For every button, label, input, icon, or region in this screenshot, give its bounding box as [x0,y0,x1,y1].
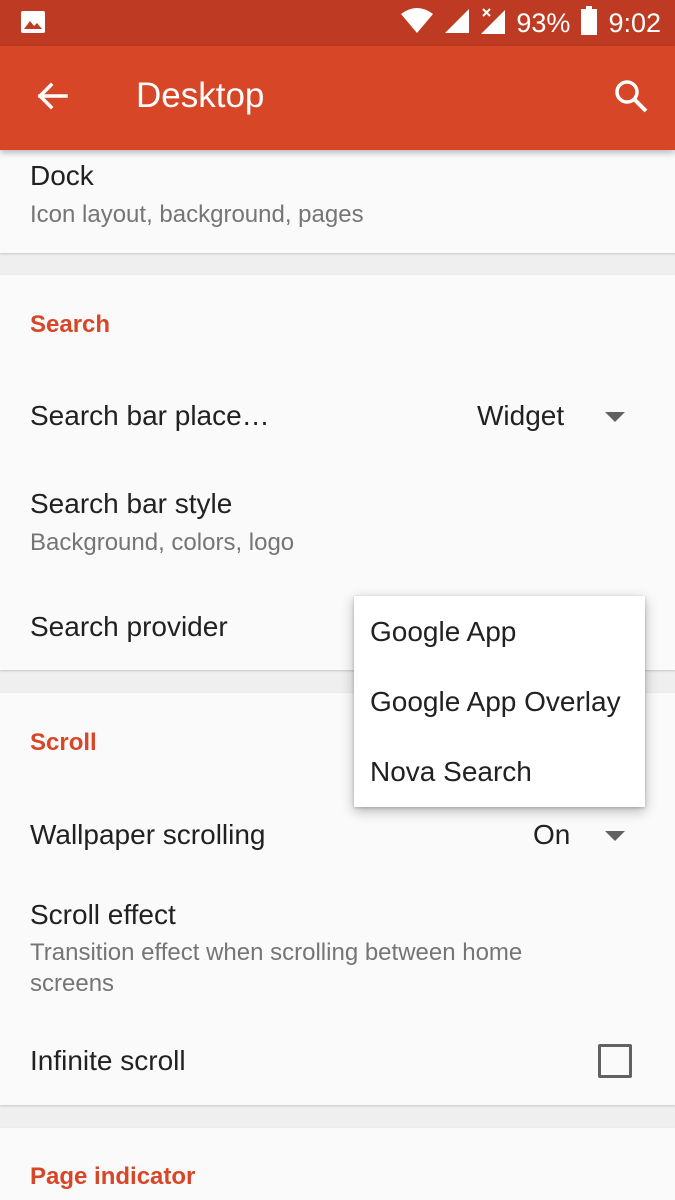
page-indicator-section-header: Page indicator [30,1163,196,1190]
search-bar-style-item[interactable]: Search bar style Background, colors, log… [0,475,675,565]
image-icon [20,10,46,34]
search-icon [614,79,648,118]
search-provider-menu: Google App Google App Overlay Nova Searc… [354,596,645,807]
dock-item[interactable]: Dock Icon layout, background, pages [0,150,675,253]
signal-icon [444,8,470,39]
signal-off-icon [480,7,506,40]
search-provider-label: Search provider [30,611,228,642]
status-bar: 93% 9:02 [0,0,675,46]
scroll-section-header: Scroll [30,729,97,756]
arrow-back-icon [36,80,68,117]
menu-option-nova-search[interactable]: Nova Search [370,756,532,788]
battery-percent: 93% [516,7,571,38]
back-button[interactable] [28,74,76,122]
scroll-effect-subtitle: Transition effect when scrolling between… [30,939,523,997]
dock-title: Dock [30,160,94,191]
scroll-effect-item[interactable]: Scroll effect Transition effect when scr… [0,888,675,1008]
page-indicator-section-card: Page indicator [0,1128,675,1200]
search-bar-placement-label: Search bar place… [30,400,270,431]
search-bar-placement-value: Widget [477,400,565,431]
wallpaper-scrolling-value: On [533,819,571,850]
scroll-effect-label: Scroll effect [30,899,176,930]
app-bar: Desktop [0,46,675,150]
search-bar-placement-item[interactable]: Search bar place… Widget [0,375,675,455]
chevron-down-icon [605,412,625,422]
chevron-down-icon [605,831,625,841]
search-button[interactable] [607,74,655,122]
infinite-scroll-item[interactable]: Infinite scroll [0,1023,675,1103]
wallpaper-scrolling-label: Wallpaper scrolling [30,819,266,850]
infinite-scroll-label: Infinite scroll [30,1045,186,1076]
battery-icon [580,5,598,41]
search-bar-style-label: Search bar style [30,488,233,519]
dock-card: Dock Icon layout, background, pages [0,150,675,253]
infinite-scroll-checkbox[interactable] [598,1044,632,1078]
dock-subtitle: Icon layout, background, pages [30,201,364,228]
wifi-icon [400,7,434,39]
search-section-header: Search [30,311,111,338]
menu-option-google-app-overlay[interactable]: Google App Overlay [370,686,621,718]
search-bar-style-subtitle: Background, colors, logo [30,529,295,556]
page-title: Desktop [136,76,265,115]
clock: 9:02 [608,7,661,38]
menu-option-google-app[interactable]: Google App [370,616,516,648]
